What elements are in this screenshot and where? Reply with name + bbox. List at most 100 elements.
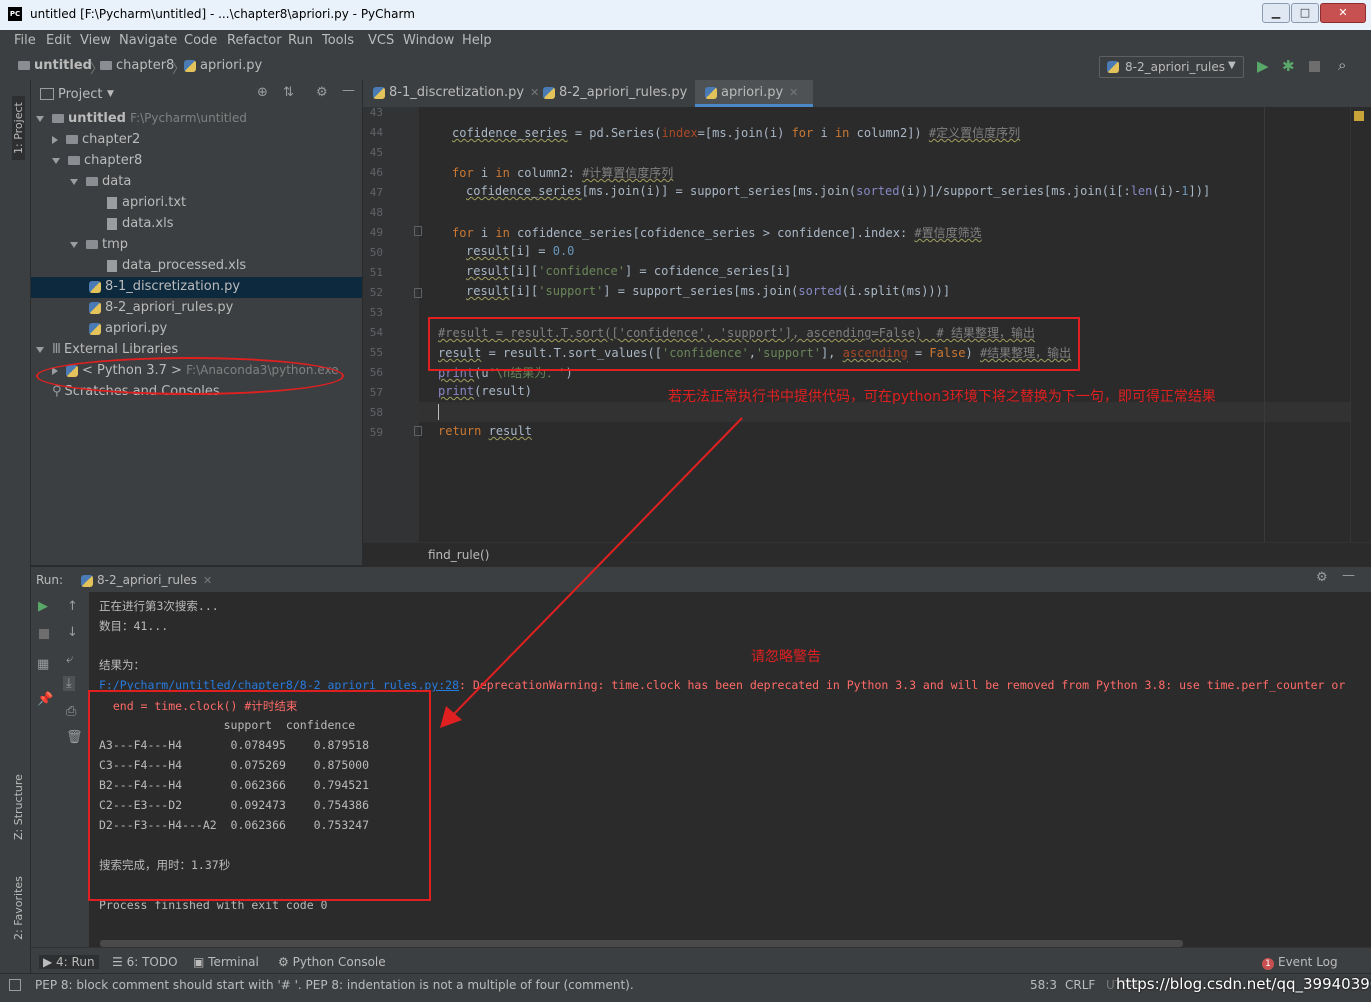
stop-icon[interactable] (1309, 61, 1320, 72)
tab-project-tool[interactable]: 1: Project (12, 96, 25, 160)
run-tab[interactable]: 8-2_apriori_rules ✕ (81, 573, 212, 587)
menu-file[interactable]: File (14, 33, 36, 48)
expand-arrow-icon (36, 346, 44, 353)
chevron-down-icon: ▼ (1228, 60, 1236, 71)
right-margin-guide (1264, 107, 1265, 542)
caret-position[interactable]: 58:3 (1030, 978, 1057, 992)
code-line-44: cofidence_series = pd.Series(index=[ms.j… (452, 126, 1021, 140)
tree-item-untitled[interactable]: untitled F:\Pycharm\untitled (36, 111, 247, 126)
annotation-result-box (88, 690, 431, 901)
close-button[interactable]: ✕ (1320, 3, 1366, 23)
event-count-badge: 1 (1262, 958, 1274, 970)
nav-file[interactable]: apriori.py (184, 58, 262, 73)
menu-navigate[interactable]: Navigate (119, 33, 177, 48)
menu-run[interactable]: Run (288, 33, 313, 48)
menu-refactor[interactable]: Refactor (227, 33, 282, 48)
arrow-down-icon[interactable]: ↓ (67, 625, 78, 640)
python-file-icon (89, 301, 101, 314)
tree-item-data[interactable]: data (70, 174, 131, 189)
python-file-icon (373, 86, 385, 99)
file-icon (107, 217, 117, 230)
minimize-button[interactable]: ▁ (1262, 3, 1290, 23)
tab-8-2-apriori-rules[interactable]: 8-2_apriori_rules.py✕ (533, 80, 703, 106)
close-tab-icon[interactable]: ✕ (203, 574, 212, 587)
menu-edit[interactable]: Edit (46, 33, 71, 48)
hide-icon[interactable]: — (1342, 568, 1355, 583)
layout-icon[interactable]: ▦ (37, 657, 49, 672)
line-number: 52 (369, 286, 383, 299)
project-panel-title[interactable]: Project (58, 87, 102, 102)
tree-item-tmp[interactable]: tmp (70, 237, 128, 252)
tree-item-data-xls[interactable]: data.xls (107, 216, 174, 231)
menu-window[interactable]: Window (403, 33, 454, 48)
scroll-to-end-icon[interactable]: ⤓ (63, 676, 75, 691)
collapse-all-icon[interactable]: ⇅ (283, 85, 294, 100)
arrow-up-icon[interactable]: ↑ (67, 599, 78, 614)
expand-arrow-icon (36, 115, 44, 122)
trash-icon[interactable]: 🗑 (66, 730, 83, 745)
fold-marker-icon[interactable] (414, 226, 422, 236)
pin-icon[interactable]: 📌 (37, 692, 53, 707)
toggle-tool-windows-icon[interactable] (9, 979, 21, 991)
python-file-icon (705, 86, 717, 99)
editor-tabs: 8-1_discretization.py ✕ 8-2_apriori_rules… (363, 80, 1371, 108)
debug-icon[interactable]: ✱ (1282, 57, 1295, 75)
error-stripe (1350, 107, 1371, 542)
nav-project[interactable]: untitled (18, 58, 92, 73)
event-log-button[interactable]: 1 Event Log (1262, 955, 1338, 970)
menu-tools[interactable]: Tools (322, 33, 354, 48)
search-icon[interactable]: ⌕ (1338, 56, 1346, 74)
tree-item-data-processed-xls[interactable]: data_processed.xls (107, 258, 246, 273)
close-tab-icon[interactable]: ✕ (789, 86, 798, 99)
tree-item-chapter8[interactable]: chapter8 (52, 153, 142, 168)
soft-wrap-icon[interactable]: ⤶ (66, 652, 73, 667)
text-file-icon (107, 196, 117, 209)
hide-icon[interactable]: — (342, 83, 355, 98)
locate-icon[interactable]: ⊕ (257, 85, 268, 100)
gear-icon[interactable]: ⚙ (316, 85, 328, 100)
chevron-down-icon[interactable]: ▼ (107, 89, 114, 99)
run-panel-label: Run: (36, 573, 64, 587)
line-number: 59 (369, 426, 383, 439)
tree-item-8-2-apriori-rules[interactable]: 8-2_apriori_rules.py (89, 300, 233, 315)
run-icon[interactable]: ▶ (1257, 57, 1269, 75)
line-number: 58 (369, 406, 383, 419)
menu-vcs[interactable]: VCS (368, 33, 394, 48)
python-file-icon (184, 59, 196, 72)
tab-todo-tool[interactable]: ☰ 6: TODO (112, 955, 178, 969)
maximize-button[interactable]: □ (1291, 3, 1319, 23)
stop-icon[interactable] (39, 629, 49, 639)
run-icon: ▶ (43, 955, 57, 969)
fold-marker-icon[interactable] (414, 288, 422, 298)
print-icon[interactable]: ⎙ (66, 704, 76, 719)
tab-8-1-discretization[interactable]: 8-1_discretization.py ✕ (363, 80, 539, 106)
rerun-icon[interactable]: ▶ (38, 599, 48, 614)
tab-python-console-tool[interactable]: ⚙ Python Console (278, 955, 386, 969)
tree-item-external-libraries[interactable]: Ⅲ External Libraries (36, 342, 178, 357)
menu-help[interactable]: Help (462, 33, 492, 48)
gear-icon[interactable]: ⚙ (1316, 570, 1328, 585)
menu-code[interactable]: Code (184, 33, 217, 48)
nav-folder[interactable]: chapter8 (100, 58, 174, 73)
tree-item-8-1-discretization[interactable]: 8-1_discretization.py (89, 279, 240, 294)
tab-run-tool[interactable]: ▶ 4: Run (39, 955, 99, 969)
tree-item-chapter2[interactable]: chapter2 (52, 132, 140, 147)
fold-marker-icon[interactable] (414, 426, 422, 436)
folder-icon (100, 61, 112, 70)
menu-view[interactable]: View (80, 33, 111, 48)
tree-item-apriori-py[interactable]: apriori.py (89, 321, 167, 336)
watermark: https://blog.csdn.net/qq_39940390 (1116, 975, 1371, 993)
tree-item-apriori-txt[interactable]: apriori.txt (107, 195, 186, 210)
run-config-label: 8-2_apriori_rules (1125, 60, 1225, 74)
line-separator[interactable]: CRLF (1065, 978, 1095, 992)
console-horizontal-scrollbar[interactable] (100, 940, 1183, 947)
run-configuration-select[interactable]: 8-2_apriori_rules ▼ (1099, 56, 1244, 78)
tab-apriori-py[interactable]: apriori.py ✕ (695, 80, 813, 107)
tab-structure-tool[interactable]: Z: Structure (12, 774, 25, 840)
code-line-47: cofidence_series[ms.join(i)] = support_s… (466, 184, 1211, 198)
tab-favorites-tool[interactable]: 2: Favorites (12, 876, 25, 940)
tab-terminal-tool[interactable]: ▣ Terminal (193, 955, 259, 969)
line-number: 46 (369, 166, 383, 179)
console-line: 结果为： (99, 658, 145, 672)
terminal-icon: ▣ (193, 955, 209, 969)
